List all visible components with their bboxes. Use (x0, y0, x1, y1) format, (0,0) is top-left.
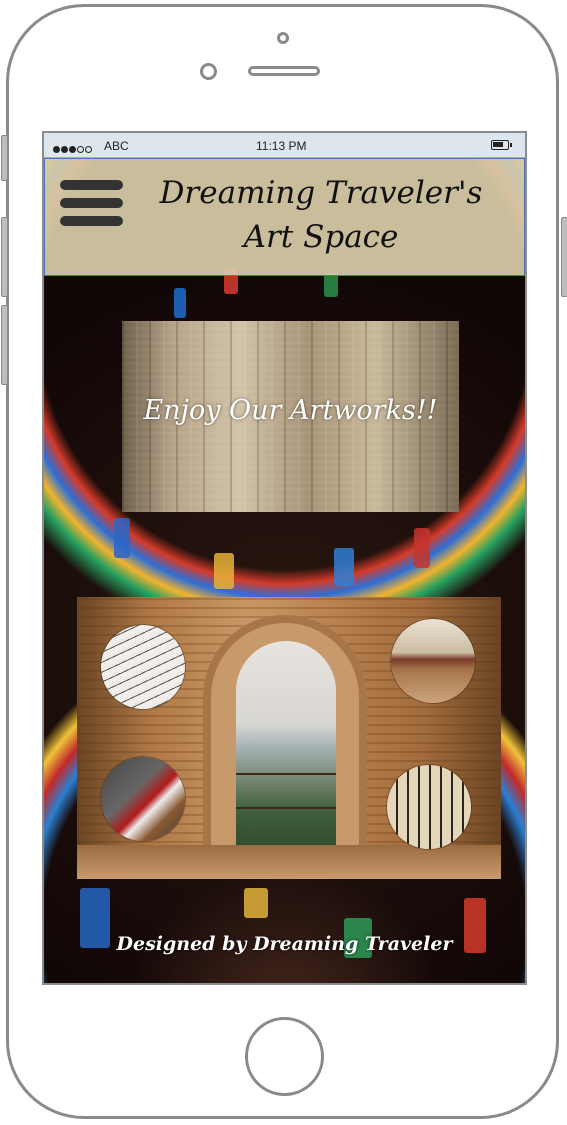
signal-strength-icon (53, 142, 93, 156)
proximity-sensor (200, 63, 217, 80)
site-header: Dreaming Traveler's Art Space (44, 158, 525, 276)
glass-pane (214, 553, 234, 589)
art-gallery-thumbnail[interactable] (391, 619, 475, 703)
glass-pane (324, 273, 338, 297)
site-title: Dreaming Traveler's Art Space (137, 171, 505, 259)
status-time: 11:13 PM (256, 139, 307, 153)
glass-pane (174, 288, 186, 318)
balcony-rail (236, 807, 336, 809)
glass-pane (244, 888, 268, 918)
banner-text: Enjoy Our Artworks!! (143, 395, 438, 426)
home-button[interactable] (245, 1017, 324, 1096)
battery-icon (491, 140, 512, 150)
mute-switch (1, 135, 8, 181)
phone-screen: ABC 11:13 PM Dreaming Traveler's Art Spa… (42, 131, 527, 985)
glass-pane (114, 518, 130, 558)
carrier-name: ABC (104, 139, 129, 153)
status-bar: ABC 11:13 PM (44, 133, 525, 158)
volume-up-button (1, 217, 8, 297)
earpiece-speaker (248, 66, 320, 76)
calligraphy-thumbnail[interactable] (387, 765, 471, 849)
arch-window-view (236, 641, 336, 859)
site-title-line1: Dreaming Traveler's (159, 175, 483, 211)
books-thumbnail[interactable] (101, 757, 185, 841)
glass-pane (334, 548, 354, 586)
glass-pane (414, 528, 430, 568)
gallery-panel (77, 597, 501, 879)
hamburger-menu-icon[interactable] (60, 180, 126, 236)
arch-floor (77, 845, 501, 879)
power-button (561, 217, 567, 297)
balcony-rail (236, 773, 336, 775)
welcome-banner: Enjoy Our Artworks!! (122, 321, 459, 512)
volume-down-button (1, 305, 8, 385)
footer-credit: Designed by Dreaming Traveler (116, 933, 453, 955)
sheet-music-thumbnail[interactable] (101, 625, 185, 709)
front-camera (277, 32, 289, 44)
site-title-line2: Art Space (243, 219, 399, 255)
